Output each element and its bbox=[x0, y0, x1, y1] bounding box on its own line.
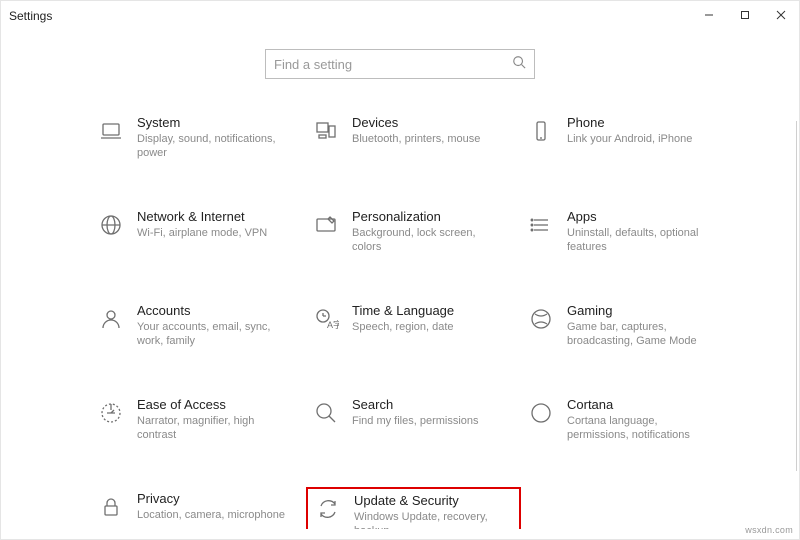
category-title: Phone bbox=[567, 115, 692, 130]
devices-icon bbox=[312, 117, 340, 145]
phone-icon bbox=[527, 117, 555, 145]
category-privacy[interactable]: Privacy Location, camera, microphone bbox=[91, 487, 306, 529]
category-title: Apps bbox=[567, 209, 717, 224]
minimize-button[interactable] bbox=[691, 1, 727, 29]
window-title: Settings bbox=[9, 9, 52, 23]
watermark: wsxdn.com bbox=[745, 525, 793, 535]
category-update-security[interactable]: Update & Security Windows Update, recove… bbox=[306, 487, 521, 529]
category-sub: Cortana language, permissions, notificat… bbox=[567, 414, 717, 443]
category-title: Cortana bbox=[567, 397, 717, 412]
category-time-language[interactable]: A字 Time & Language Speech, region, date bbox=[306, 299, 521, 357]
category-title: Update & Security bbox=[354, 493, 504, 508]
category-title: Accounts bbox=[137, 303, 287, 318]
laptop-icon bbox=[97, 117, 125, 145]
category-sub: Wi-Fi, airplane mode, VPN bbox=[137, 226, 267, 240]
search-box[interactable] bbox=[265, 49, 535, 79]
category-title: System bbox=[137, 115, 287, 130]
category-devices[interactable]: Devices Bluetooth, printers, mouse bbox=[306, 111, 521, 169]
svg-text:A字: A字 bbox=[327, 319, 339, 330]
category-sub: Speech, region, date bbox=[352, 320, 454, 334]
category-sub: Your accounts, email, sync, work, family bbox=[137, 320, 287, 349]
sync-icon bbox=[314, 495, 342, 523]
category-gaming[interactable]: Gaming Game bar, captures, broadcasting,… bbox=[521, 299, 736, 357]
category-title: Privacy bbox=[137, 491, 285, 506]
category-sub: Bluetooth, printers, mouse bbox=[352, 132, 480, 146]
category-sub: Game bar, captures, broadcasting, Game M… bbox=[567, 320, 717, 349]
category-sub: Location, camera, microphone bbox=[137, 508, 285, 522]
category-title: Devices bbox=[352, 115, 480, 130]
time-language-icon: A字 bbox=[312, 305, 340, 333]
category-title: Time & Language bbox=[352, 303, 454, 318]
category-system[interactable]: System Display, sound, notifications, po… bbox=[91, 111, 306, 169]
category-apps[interactable]: Apps Uninstall, defaults, optional featu… bbox=[521, 205, 736, 263]
xbox-icon bbox=[527, 305, 555, 333]
apps-icon bbox=[527, 211, 555, 239]
category-cortana[interactable]: Cortana Cortana language, permissions, n… bbox=[521, 393, 736, 451]
scrollbar[interactable] bbox=[796, 121, 797, 471]
ease-of-access-icon bbox=[97, 399, 125, 427]
category-sub: Display, sound, notifications, power bbox=[137, 132, 287, 161]
category-ease-of-access[interactable]: Ease of Access Narrator, magnifier, high… bbox=[91, 393, 306, 451]
category-title: Ease of Access bbox=[137, 397, 287, 412]
category-sub: Link your Android, iPhone bbox=[567, 132, 692, 146]
category-sub: Windows Update, recovery, backup bbox=[354, 510, 504, 529]
category-title: Network & Internet bbox=[137, 209, 267, 224]
titlebar: Settings bbox=[1, 1, 799, 31]
category-accounts[interactable]: Accounts Your accounts, email, sync, wor… bbox=[91, 299, 306, 357]
window-controls bbox=[691, 1, 799, 29]
search-input[interactable] bbox=[274, 57, 512, 72]
category-phone[interactable]: Phone Link your Android, iPhone bbox=[521, 111, 736, 169]
magnifier-icon bbox=[312, 399, 340, 427]
categories-grid: System Display, sound, notifications, po… bbox=[91, 111, 799, 529]
close-button[interactable] bbox=[763, 1, 799, 29]
category-network[interactable]: Network & Internet Wi-Fi, airplane mode,… bbox=[91, 205, 306, 263]
globe-icon bbox=[97, 211, 125, 239]
category-sub: Uninstall, defaults, optional features bbox=[567, 226, 717, 255]
category-title: Personalization bbox=[352, 209, 502, 224]
category-title: Gaming bbox=[567, 303, 717, 318]
lock-icon bbox=[97, 493, 125, 521]
search-icon bbox=[512, 55, 526, 74]
category-sub: Narrator, magnifier, high contrast bbox=[137, 414, 287, 443]
maximize-button[interactable] bbox=[727, 1, 763, 29]
personalization-icon bbox=[312, 211, 340, 239]
category-title: Search bbox=[352, 397, 479, 412]
category-sub: Find my files, permissions bbox=[352, 414, 479, 428]
category-sub: Background, lock screen, colors bbox=[352, 226, 502, 255]
person-icon bbox=[97, 305, 125, 333]
category-search[interactable]: Search Find my files, permissions bbox=[306, 393, 521, 451]
cortana-icon bbox=[527, 399, 555, 427]
category-personalization[interactable]: Personalization Background, lock screen,… bbox=[306, 205, 521, 263]
